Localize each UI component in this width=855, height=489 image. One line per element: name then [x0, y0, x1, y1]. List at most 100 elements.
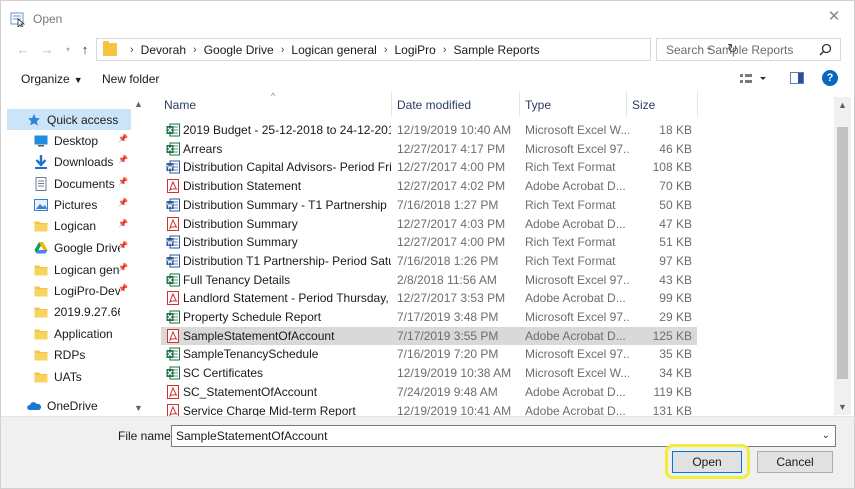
file-row[interactable]: Distribution Statement 12/27/2017 4:02 PM… — [161, 177, 697, 195]
nav-item[interactable]: OneDrive — [7, 395, 131, 415]
preview-pane-icon[interactable] — [790, 72, 804, 84]
nav-item[interactable]: Google Drive 📌 — [7, 237, 131, 258]
folder-icon — [34, 327, 48, 340]
nav-item[interactable]: 2019.9.27.6673-t — [7, 301, 131, 322]
breadcrumb-logican-general[interactable]: Logican general — [291, 43, 376, 57]
breadcrumb-separator-icon[interactable]: › — [443, 44, 447, 56]
new-folder-button[interactable]: New folder — [102, 72, 159, 86]
folder-icon — [34, 370, 48, 383]
pin-icon: 📌 — [118, 263, 128, 272]
file-row[interactable]: Distribution Summary 12/27/2017 4:00 PM Ri… — [161, 233, 697, 251]
file-row[interactable]: SC_StatementOfAccount 7/24/2019 9:48 AM Ad… — [161, 383, 697, 401]
file-name-label: File name: — [118, 429, 175, 443]
file-row[interactable]: Landlord Statement - Period Thursday, J.… — [161, 289, 697, 307]
column-divider[interactable] — [697, 91, 698, 117]
breadcrumb-logipro[interactable]: LogiPro — [394, 43, 435, 57]
back-arrow-icon[interactable]: ← — [15, 42, 31, 58]
breadcrumb-separator-icon[interactable]: › — [384, 44, 388, 56]
file-name: SampleTenancySchedule — [183, 347, 319, 362]
column-header-type[interactable]: Type — [525, 98, 551, 112]
scroll-down-icon[interactable]: ▼ — [838, 402, 847, 412]
nav-item[interactable]: Desktop 📌 — [7, 130, 131, 151]
nav-item[interactable]: Application — [7, 323, 131, 344]
nav-item[interactable]: Logican 📌 — [7, 215, 131, 236]
file-size: 70 KB — [659, 179, 692, 194]
file-name: Distribution Summary — [183, 216, 298, 231]
file-row[interactable]: SampleTenancySchedule 7/16/2019 7:20 PM Mi… — [161, 345, 697, 363]
open-button[interactable]: Open — [672, 451, 742, 473]
file-type: Rich Text Format — [525, 253, 616, 268]
file-name: Service Charge Mid-term Report — [183, 403, 356, 417]
nav-item[interactable]: Documents 📌 — [7, 173, 131, 194]
nav-item[interactable]: Downloads 📌 — [7, 151, 131, 172]
file-size: 51 KB — [659, 235, 692, 250]
column-header-date-modified[interactable]: Date modified — [397, 98, 471, 112]
search-icon[interactable] — [819, 43, 832, 56]
column-divider[interactable] — [626, 91, 627, 117]
column-divider[interactable] — [391, 91, 392, 117]
file-name-input[interactable] — [172, 426, 812, 446]
nav-item-label: Logican — [54, 218, 97, 233]
excel-icon — [166, 123, 180, 137]
nav-item[interactable]: Logican gene 📌 — [7, 259, 131, 280]
file-name: Landlord Statement - Period Thursday, J.… — [183, 291, 391, 306]
breadcrumb-separator-icon: › — [130, 44, 134, 56]
up-arrow-icon[interactable]: ↑ — [77, 42, 93, 58]
breadcrumb-separator-icon[interactable]: › — [281, 44, 285, 56]
file-row[interactable]: Service Charge Mid-term Report 12/19/2019… — [161, 402, 697, 417]
file-size: 46 KB — [659, 141, 692, 156]
file-row[interactable]: Property Schedule Report 7/17/2019 3:48 P… — [161, 308, 697, 326]
file-row[interactable]: SampleStatementOfAccount 7/17/2019 3:55 P… — [161, 326, 697, 345]
nav-item[interactable]: Quick access — [7, 109, 131, 130]
nav-item-label: Quick access — [47, 112, 119, 127]
navigation-scrollbar[interactable]: ▲ ▼ — [132, 97, 144, 415]
nav-item-label: OneDrive — [47, 398, 98, 413]
scrollbar-thumb[interactable] — [837, 127, 848, 379]
breadcrumb-google-drive[interactable]: Google Drive — [204, 43, 274, 57]
address-bar[interactable]: › Devorah › Google Drive › Logican gener… — [96, 38, 738, 61]
scroll-up-icon[interactable]: ▲ — [134, 99, 143, 109]
file-row[interactable]: SC Certificates 12/19/2019 10:38 AM Micros… — [161, 364, 697, 382]
column-header-name[interactable]: Name — [164, 98, 196, 112]
scroll-down-icon[interactable]: ▼ — [134, 403, 143, 413]
column-header-size[interactable]: Size — [632, 98, 655, 112]
google-drive-icon — [34, 241, 48, 254]
recent-locations-chevron-icon[interactable]: ▾ — [60, 42, 76, 58]
file-row[interactable]: 2019 Budget - 25-12-2018 to 24-12-2019 12… — [161, 121, 697, 139]
nav-item[interactable]: UATs — [7, 366, 131, 387]
file-date-modified: 12/19/2019 10:40 AM — [397, 123, 512, 137]
organize-menu-button[interactable]: Organize ▼ — [21, 72, 83, 86]
nav-item[interactable]: RDPs — [7, 344, 131, 365]
breadcrumb: › Devorah › Google Drive › Logican gener… — [123, 43, 540, 57]
file-row[interactable]: Distribution Capital Advisors- Period Fr… — [161, 158, 697, 176]
organize-label: Organize — [21, 72, 70, 86]
file-type: Microsoft Excel 97... — [525, 141, 629, 156]
excel-icon — [166, 366, 180, 380]
nav-item[interactable]: LogiPro-Devc 📌 — [7, 280, 131, 301]
chevron-down-icon[interactable]: ⌄ — [822, 430, 830, 441]
breadcrumb-sample-reports[interactable]: Sample Reports — [454, 43, 540, 57]
file-row[interactable]: Distribution T1 Partnership- Period Satu… — [161, 252, 697, 270]
column-divider[interactable] — [519, 91, 520, 117]
file-name: Property Schedule Report — [183, 310, 322, 324]
nav-item[interactable]: Pictures 📌 — [7, 194, 131, 215]
breadcrumb-devorah[interactable]: Devorah — [141, 43, 186, 57]
file-name: SC_StatementOfAccount — [183, 384, 318, 399]
search-input[interactable]: Search Sample Reports — [666, 43, 793, 57]
file-row[interactable]: Distribution Summary - T1 Partnership 7/1… — [161, 196, 697, 214]
file-name: Distribution Summary - T1 Partnership — [183, 197, 387, 212]
file-row[interactable]: Distribution Summary 12/27/2017 4:03 PM Ad… — [161, 215, 697, 233]
scroll-up-icon[interactable]: ▲ — [838, 100, 847, 110]
forward-arrow-icon[interactable]: → — [39, 42, 55, 58]
file-row[interactable]: Arrears 12/27/2017 4:17 PM Microsoft Excel… — [161, 140, 697, 158]
file-row[interactable]: Full Tenancy Details 2/8/2018 11:56 AM Mic… — [161, 271, 697, 289]
change-view-icon[interactable] — [739, 72, 769, 86]
breadcrumb-separator-icon[interactable]: › — [193, 44, 197, 56]
file-list-scrollbar[interactable]: ▲ ▼ — [834, 97, 851, 415]
close-icon[interactable]: ✕ — [826, 9, 842, 25]
pin-icon: 📌 — [118, 241, 128, 250]
dialog-footer: File name: ⌄ Open Cancel — [1, 416, 854, 488]
search-box[interactable]: Search Sample Reports — [656, 38, 841, 61]
cancel-button[interactable]: Cancel — [757, 451, 833, 473]
help-icon[interactable]: ? — [822, 70, 838, 86]
